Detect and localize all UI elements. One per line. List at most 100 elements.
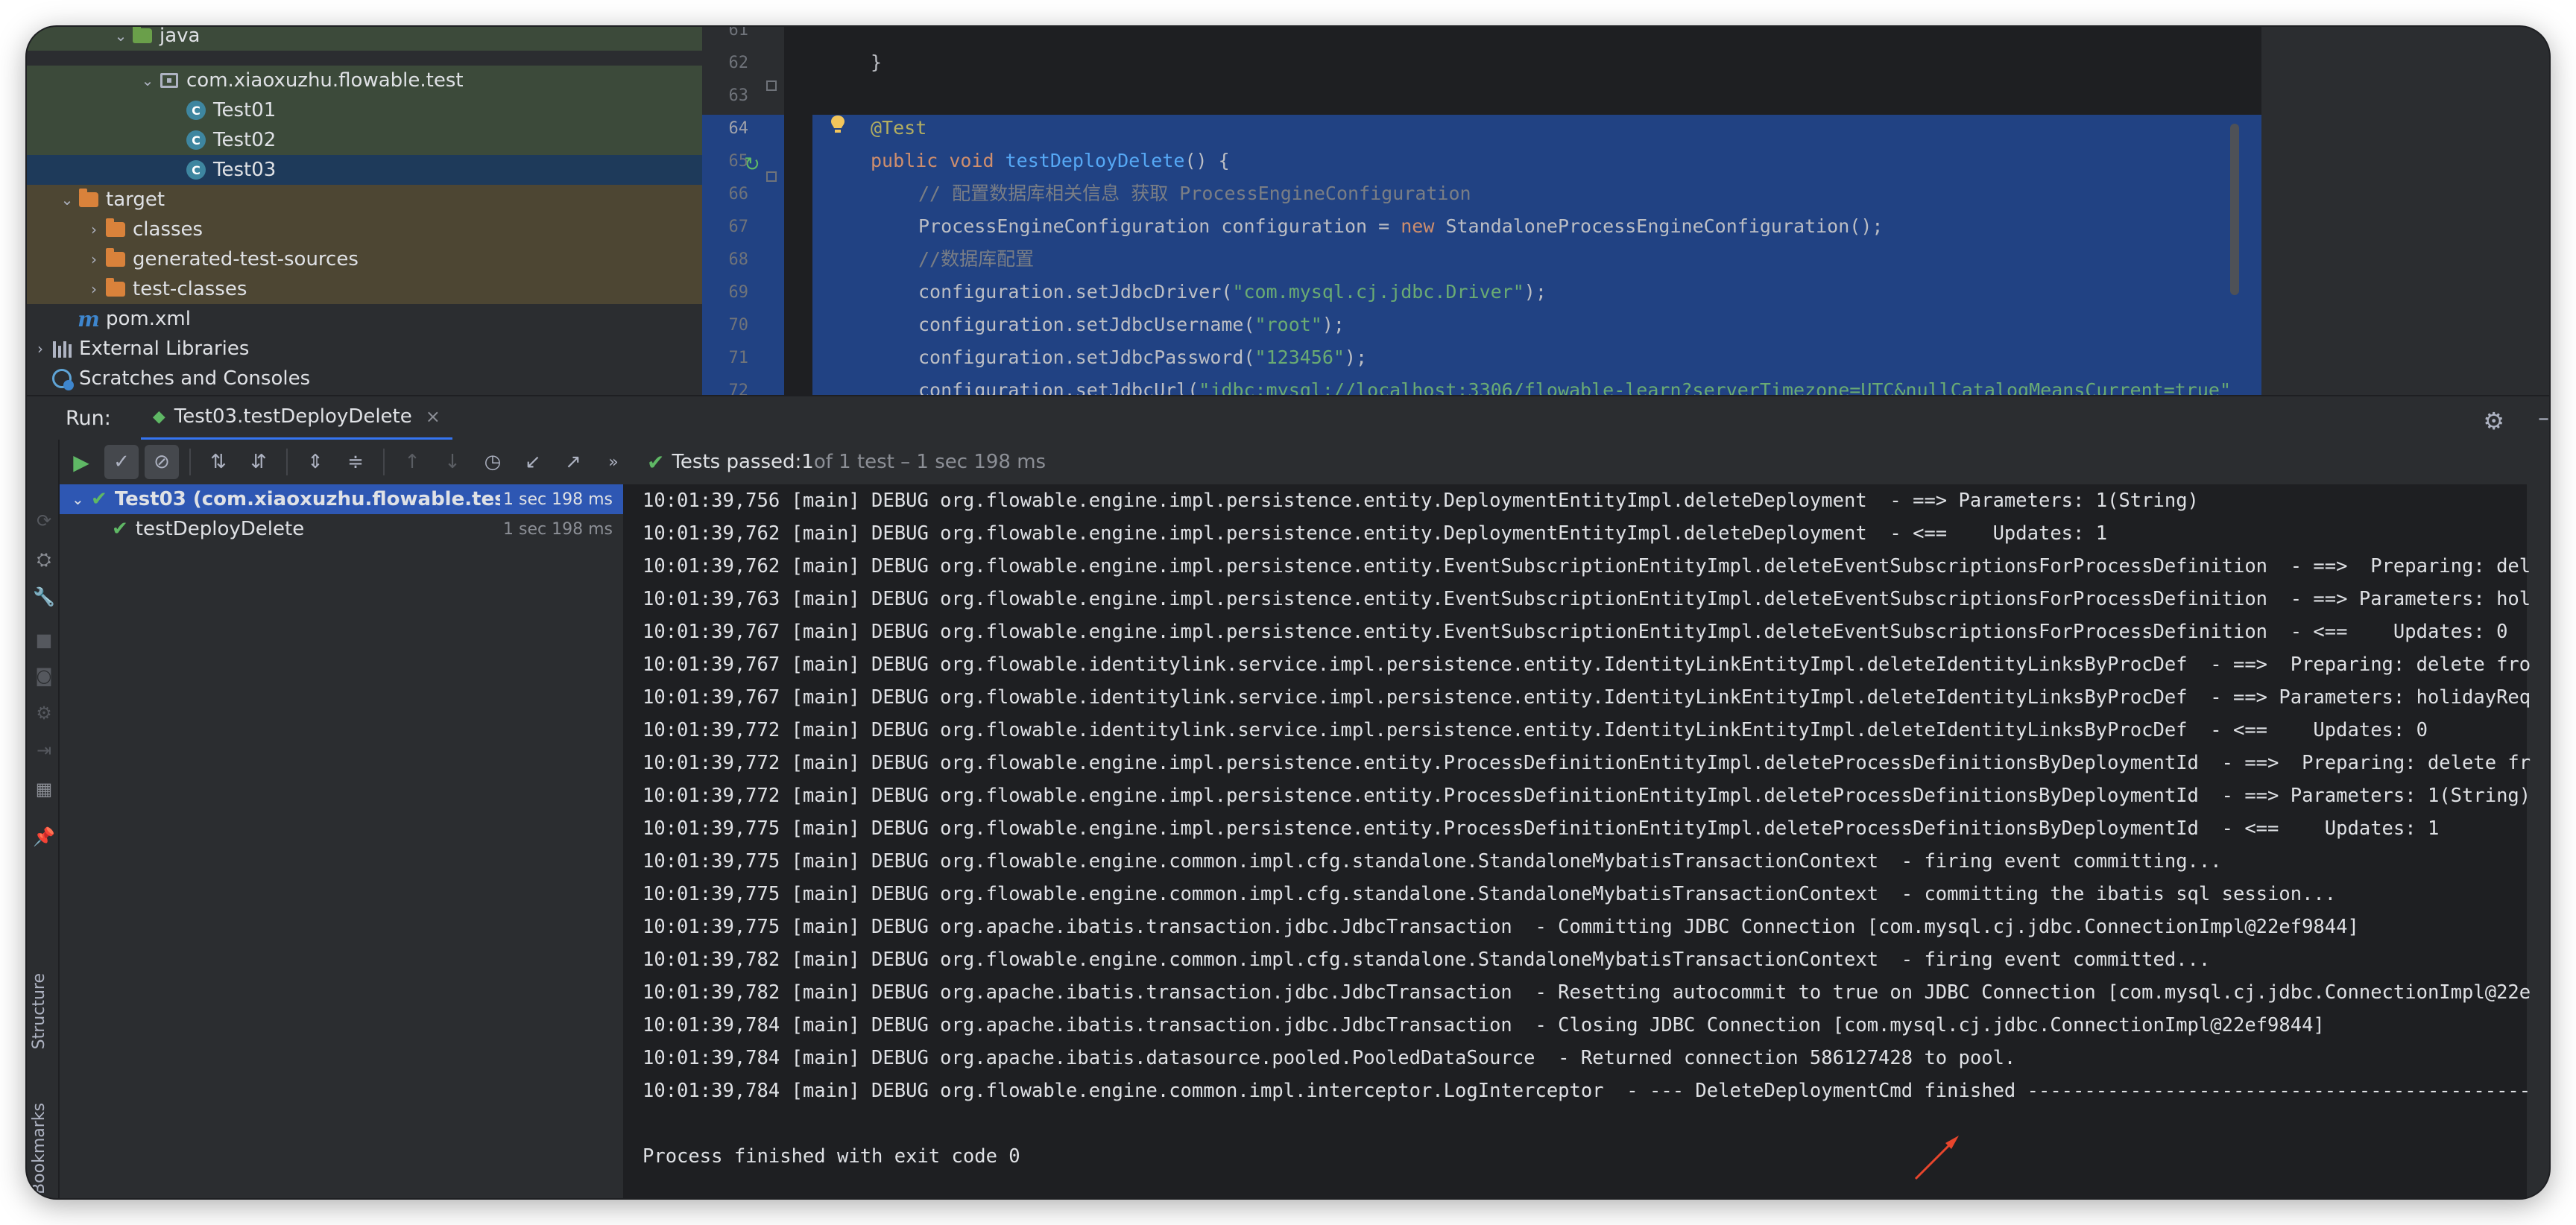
- more-icon[interactable]: »: [596, 445, 631, 479]
- chevron-down-icon[interactable]: ⌄: [58, 191, 76, 209]
- fold-marker[interactable]: [766, 171, 777, 182]
- export-tests-icon[interactable]: ↗: [556, 445, 590, 479]
- pin-icon[interactable]: 📌: [33, 826, 55, 847]
- line-number: 63: [728, 86, 749, 105]
- code-line[interactable]: public void testDeployDelete() {: [871, 145, 1230, 177]
- project-tree-label: test-classes: [133, 278, 247, 300]
- console-line: 10:01:39,756 [main] DEBUG org.flowable.e…: [643, 490, 2199, 512]
- expand-all-icon[interactable]: ⇕: [298, 445, 332, 479]
- debug-icon[interactable]: ⛭: [34, 549, 54, 570]
- chevron-right-icon[interactable]: ›: [85, 250, 103, 268]
- code-token: StandaloneProcessEngineConfiguration();: [1445, 215, 1884, 237]
- console-line: 10:01:39,767 [main] DEBUG org.flowable.i…: [643, 686, 2531, 709]
- chevron-right-icon[interactable]: ›: [31, 340, 49, 358]
- wrench-icon[interactable]: 🔧: [33, 586, 55, 607]
- project-tree-item[interactable]: › External Libraries: [27, 334, 702, 364]
- scratches-icon: [49, 369, 75, 390]
- stop-icon[interactable]: ⟳: [34, 510, 54, 531]
- chevron-down-icon[interactable]: ⌄: [72, 490, 91, 508]
- project-tree-item[interactable]: C Test01: [27, 95, 702, 125]
- console-line: 10:01:39,775 [main] DEBUG org.flowable.e…: [643, 817, 2440, 840]
- sort-alpha-icon[interactable]: ⇅: [201, 445, 236, 479]
- folder-icon: [76, 189, 101, 207]
- code-token: new: [1401, 215, 1446, 237]
- code-line[interactable]: }: [871, 46, 882, 79]
- layout-icon[interactable]: ▦: [34, 779, 54, 800]
- bookmarks-tab[interactable]: Bookmarks: [30, 1103, 48, 1194]
- fold-marker[interactable]: [766, 80, 777, 91]
- line-number: 61: [728, 27, 749, 39]
- test-results-tree[interactable]: ⌄ ✔ Test03 (com.xiaoxuzhu.flowable.test) 1 …: [60, 484, 625, 1198]
- structure-tab[interactable]: Structure: [30, 973, 48, 1049]
- project-tree-label: Test02: [213, 129, 277, 151]
- code-line[interactable]: @Test: [871, 112, 926, 145]
- console-line: 10:01:39,762 [main] DEBUG org.flowable.e…: [643, 522, 2108, 545]
- project-tree-item[interactable]: C Test03: [27, 155, 702, 185]
- import-tests-icon[interactable]: ↙: [516, 445, 550, 479]
- project-tree-item[interactable]: › test-classes: [27, 274, 702, 304]
- lightbulb-icon[interactable]: [830, 115, 845, 134]
- console-line: 10:01:39,782 [main] DEBUG org.flowable.e…: [643, 949, 2211, 971]
- sort-duration-icon[interactable]: ⇵: [242, 445, 276, 479]
- history-icon[interactable]: ◷: [476, 445, 510, 479]
- folder-icon: [103, 248, 128, 267]
- test-tree-row[interactable]: ⌄ ✔ Test03 (com.xiaoxuzhu.flowable.test) 1 …: [60, 484, 623, 514]
- run-tab[interactable]: ◆ Test03.testDeployDelete ×: [140, 396, 452, 440]
- project-tree-item[interactable]: › generated-test-sources: [27, 244, 702, 274]
- code-line[interactable]: //数据库配置: [918, 243, 1034, 276]
- project-tree-item[interactable]: ⌄ com.xiaoxuzhu.flowable.test: [27, 66, 702, 95]
- tests-status-count: 1: [801, 451, 814, 473]
- code-token: ProcessEngineConfiguration configuration…: [918, 215, 1401, 237]
- camera-icon[interactable]: ◙: [34, 665, 54, 686]
- editor-scrollbar[interactable]: [2230, 124, 2239, 295]
- code-token: );: [1322, 314, 1345, 335]
- next-test-icon[interactable]: ↓: [435, 445, 470, 479]
- toolbar-divider: [383, 449, 385, 475]
- passed-check-icon: ✔: [647, 449, 665, 475]
- project-tree-item[interactable]: C Test02: [27, 125, 702, 155]
- run-toolbar: ▶ ✓ ⊘ ⇅ ⇵ ⇕ ≑ ↑ ↓ ◷ ↙ ↗ » ✔ Tests passed…: [60, 440, 2549, 484]
- library-icon: [49, 340, 75, 358]
- project-tree-item[interactable]: ⌄ target: [27, 185, 702, 215]
- code-token: );: [1344, 346, 1368, 368]
- project-tree-label: com.xiaoxuzhu.flowable.test: [186, 69, 464, 92]
- gear-icon[interactable]: ⚙: [2483, 407, 2504, 435]
- code-editor[interactable]: } @Test public void testDeployDelete() {//…: [784, 27, 2261, 395]
- project-tree-label: pom.xml: [106, 308, 191, 330]
- console-line: 10:01:39,772 [main] DEBUG org.flowable.e…: [643, 785, 2531, 807]
- project-tree[interactable]: ⌄ java ⌄ com.xiaoxuzhu.flowable.test C Test01…: [27, 27, 702, 395]
- chevron-right-icon[interactable]: ›: [85, 221, 103, 238]
- chevron-right-icon[interactable]: ›: [85, 280, 103, 298]
- stop-square-icon[interactable]: ■: [34, 630, 54, 651]
- code-line[interactable]: configuration.setJdbcPassword("123456");: [918, 341, 1367, 374]
- code-line[interactable]: configuration.setJdbcUsername("root");: [918, 308, 1345, 341]
- minimize-icon[interactable]: –: [2538, 405, 2549, 431]
- collapse-all-icon[interactable]: ≑: [338, 445, 373, 479]
- rerun-icon[interactable]: ▶: [64, 445, 98, 479]
- toolbar-divider: [286, 449, 288, 475]
- test-name: Test03 (com.xiaoxuzhu.flowable.test): [114, 488, 501, 510]
- console-line: 10:01:39,763 [main] DEBUG org.flowable.e…: [643, 588, 2531, 610]
- settings-icon[interactable]: ⚙: [34, 703, 54, 724]
- console-output[interactable]: 10:01:39,756 [main] DEBUG org.flowable.e…: [625, 484, 2549, 1198]
- chevron-down-icon[interactable]: ⌄: [112, 27, 130, 45]
- project-tree-item[interactable]: ⌄ java: [27, 27, 702, 51]
- project-tree-item[interactable]: m pom.xml: [27, 304, 702, 334]
- close-icon[interactable]: ×: [426, 406, 441, 427]
- code-line[interactable]: ProcessEngineConfiguration configuration…: [918, 210, 1883, 243]
- show-ignored-icon[interactable]: ⊘: [145, 445, 179, 479]
- code-token: public void: [871, 150, 1006, 171]
- previous-test-icon[interactable]: ↑: [395, 445, 429, 479]
- project-tree-item[interactable]: › classes: [27, 215, 702, 244]
- project-tree-item[interactable]: Scratches and Consoles: [27, 364, 702, 393]
- code-line[interactable]: configuration.setJdbcUrl("jdbc:mysql://l…: [918, 374, 2231, 395]
- code-line[interactable]: // 配置数据库相关信息 获取 ProcessEngineConfigurati…: [918, 177, 1471, 210]
- code-token: "123456": [1254, 346, 1345, 368]
- test-tree-row[interactable]: ✔ testDeployDelete 1 sec 198 ms: [60, 514, 623, 544]
- class-icon: C: [183, 160, 209, 180]
- show-passed-icon[interactable]: ✓: [104, 445, 139, 479]
- test-duration: 1 sec 198 ms: [503, 519, 613, 539]
- exit-icon[interactable]: ⇥: [34, 740, 54, 761]
- code-line[interactable]: configuration.setJdbcDriver("com.mysql.c…: [918, 276, 1547, 308]
- chevron-down-icon[interactable]: ⌄: [139, 72, 157, 89]
